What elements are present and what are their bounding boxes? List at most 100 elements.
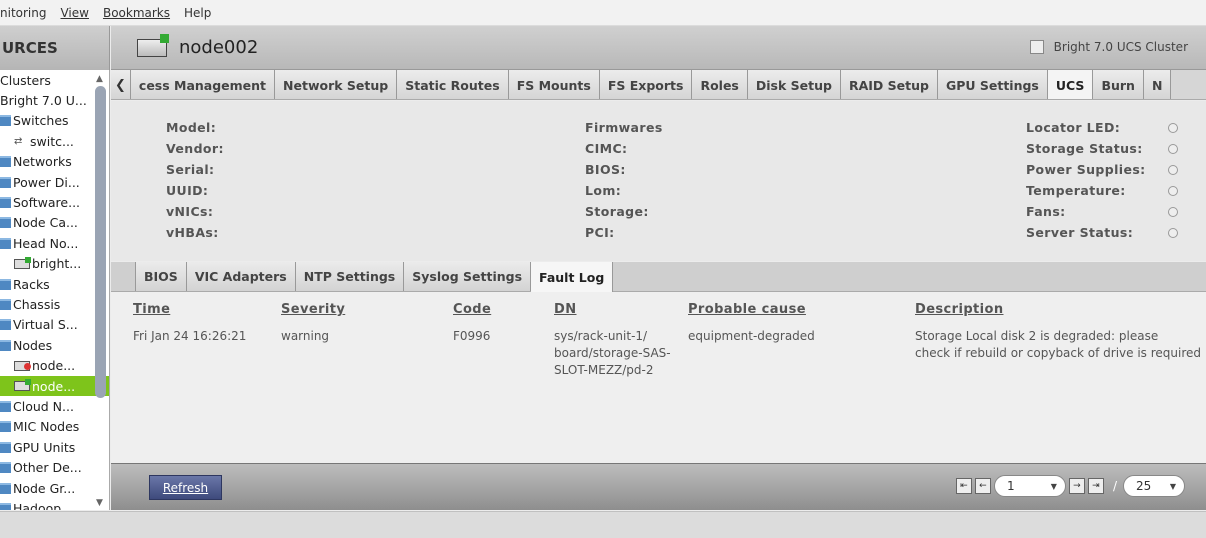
menu-monitoring[interactable]: nitoring [0, 6, 46, 20]
node-up-icon [14, 256, 31, 269]
cell-description-line: check if rebuild or copyback of drive is… [915, 346, 1202, 360]
chevron-down-icon: ▼ [1169, 481, 1176, 491]
tab-next[interactable]: N [1143, 70, 1172, 99]
tree-scrollbar-thumb[interactable] [95, 86, 106, 398]
tree-item[interactable]: Power Di... [0, 172, 109, 192]
tree-item[interactable]: Bright 7.0 U... [0, 90, 109, 110]
folder-icon [0, 441, 11, 453]
tab-raid-setup[interactable]: RAID Setup [840, 70, 938, 99]
tab-fs-mounts[interactable]: FS Mounts [508, 70, 600, 99]
cluster-label[interactable]: Bright 7.0 UCS Cluster [1029, 40, 1188, 54]
menu-help[interactable]: Help [184, 6, 211, 20]
tree-item[interactable]: bright... [0, 254, 109, 274]
tree-item[interactable]: GPU Units [0, 437, 109, 457]
page-select[interactable]: 1 ▼ [993, 475, 1066, 497]
col-header-description[interactable]: Description [915, 302, 1003, 317]
tab-ucs[interactable]: UCS [1047, 70, 1094, 99]
refresh-button[interactable]: Refresh [149, 475, 222, 500]
bios-label: BIOS: [585, 162, 626, 177]
tree-item[interactable]: Other De... [0, 457, 109, 477]
cell-code: F0996 [453, 329, 491, 343]
tree-item[interactable]: Clusters [0, 70, 109, 90]
node-down-icon [14, 360, 31, 371]
folder-icon [0, 298, 11, 310]
uuid-label: UUID: [166, 183, 209, 198]
tab-disk-setup[interactable]: Disk Setup [747, 70, 841, 99]
tree-item-label: switc... [30, 133, 74, 149]
tree-item[interactable]: Nodes [0, 335, 109, 355]
last-page-icon[interactable]: ⇥ [1087, 478, 1104, 494]
cell-time: Fri Jan 24 16:26:21 [133, 329, 247, 343]
menu-bookmarks[interactable]: Bookmarks [103, 6, 170, 20]
tab-access-management[interactable]: cess Management [130, 70, 276, 99]
tab-network-setup[interactable]: Network Setup [275, 70, 398, 99]
per-page-select[interactable]: 25 ▼ [1123, 475, 1185, 497]
next-page-icon[interactable]: → [1068, 478, 1085, 494]
tree-item[interactable]: Head No... [0, 233, 109, 253]
col-header-code[interactable]: Code [453, 302, 491, 317]
ucs-subtabs: BIOS VIC Adapters NTP Settings Syslog Se… [111, 262, 1206, 292]
tabs-scroll-left-icon[interactable]: ❮ [111, 70, 131, 99]
tab-fs-exports[interactable]: FS Exports [599, 70, 693, 99]
lom-label: Lom: [585, 183, 622, 198]
tree-item[interactable]: Node Ca... [0, 213, 109, 233]
tree-item[interactable]: Racks [0, 274, 109, 294]
tree-item[interactable]: node... [0, 375, 109, 397]
folder-icon [0, 421, 11, 433]
folder-icon [0, 197, 11, 209]
settings-tabstrip: ❮ cess Management Network Setup Static R… [111, 70, 1206, 100]
tree-item-label: Racks [13, 276, 50, 292]
col-header-severity[interactable]: Severity [281, 302, 345, 317]
tree-item[interactable]: Software... [0, 192, 109, 212]
node-header: node002 Bright 7.0 UCS Cluster [111, 26, 1206, 70]
subtab-ntp-settings[interactable]: NTP Settings [295, 262, 405, 291]
tree-item-label: Node Ca... [13, 215, 78, 231]
col-header-time[interactable]: Time [133, 302, 170, 317]
per-page-select-value: 25 [1136, 479, 1152, 493]
switch-icon: ⇄ [14, 136, 23, 148]
tree-item[interactable]: MIC Nodes [0, 417, 109, 437]
tree-item-label: node... [32, 378, 76, 394]
scroll-up-arrow-icon[interactable]: ▲ [96, 74, 103, 84]
tree-item[interactable]: Networks [0, 152, 109, 172]
tree-item-label: Hadoop [13, 500, 62, 510]
serial-label: Serial: [166, 162, 215, 177]
tree-item-label: Other De... [13, 460, 82, 476]
subtab-fault-log[interactable]: Fault Log [531, 262, 614, 292]
subtab-bios[interactable]: BIOS [135, 262, 187, 291]
tree-item[interactable]: node... [0, 355, 109, 375]
fault-log-table: Time Severity Code DN Probable cause Des… [111, 292, 1206, 464]
subtab-syslog-settings[interactable]: Syslog Settings [404, 262, 532, 291]
tree-item[interactable]: Cloud N... [0, 396, 109, 416]
col-header-probable-cause[interactable]: Probable cause [688, 302, 806, 317]
tree-item[interactable]: ⇄ switc... [0, 131, 109, 151]
prev-page-icon[interactable]: ← [974, 478, 991, 494]
menu-view[interactable]: View [60, 6, 88, 20]
tree-item[interactable]: Switches [0, 111, 109, 131]
first-page-icon[interactable]: ⇤ [955, 478, 972, 494]
tab-static-routes[interactable]: Static Routes [397, 70, 509, 99]
tree-item[interactable]: Hadoop [0, 498, 109, 510]
tab-burn[interactable]: Burn [1093, 70, 1144, 99]
col-header-dn[interactable]: DN [554, 302, 576, 317]
ucs-info-panel: Model: Vendor: Serial: UUID: vNICs: vHBA… [111, 101, 1206, 261]
power-supplies-led-icon [1168, 164, 1178, 175]
tab-gpu-settings[interactable]: GPU Settings [937, 70, 1048, 99]
tab-roles[interactable]: Roles [692, 70, 748, 99]
folder-icon [0, 156, 11, 168]
tree-item[interactable]: Virtual S... [0, 315, 109, 335]
model-label: Model: [166, 120, 217, 135]
tree-item[interactable]: Node Gr... [0, 478, 109, 498]
storage-status-label: Storage Status: [1026, 141, 1143, 156]
fans-label: Fans: [1026, 204, 1066, 219]
tree-item-label: Clusters [0, 72, 51, 88]
subtab-vic-adapters[interactable]: VIC Adapters [186, 262, 296, 291]
temperature-label: Temperature: [1026, 183, 1126, 198]
scroll-down-arrow-icon[interactable]: ▼ [96, 498, 103, 508]
chevron-down-icon: ▼ [1050, 481, 1057, 491]
temperature-led-icon [1168, 185, 1178, 196]
tree-item[interactable]: Chassis [0, 294, 109, 314]
tree-item-label: GPU Units [13, 439, 76, 455]
node-up-icon [137, 33, 169, 57]
folder-icon [0, 482, 11, 494]
